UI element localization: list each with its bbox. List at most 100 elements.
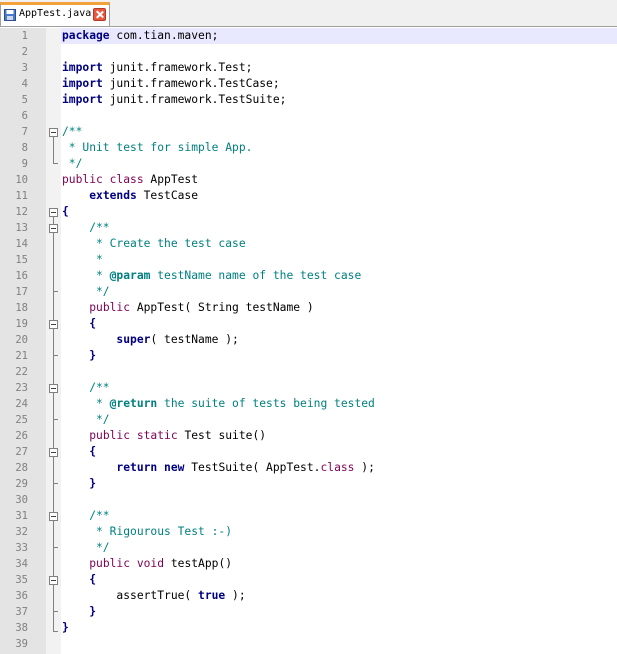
line-number: 24	[15, 398, 28, 410]
code-line[interactable]: 37 }	[0, 604, 617, 620]
line-number: 32	[15, 526, 28, 538]
line-number: 26	[15, 430, 28, 442]
code-token: /**	[62, 221, 110, 234]
code-line[interactable]: 26 public static Test suite()	[0, 428, 617, 444]
code-line[interactable]: 17 */	[0, 284, 617, 300]
line-code: }	[62, 348, 96, 364]
code-line[interactable]: 1 package com.tian.maven;	[22, 28, 617, 44]
code-line[interactable]: 3 import junit.framework.Test;	[0, 60, 617, 76]
line-number: 13	[15, 222, 28, 234]
code-line[interactable]: 28 return new TestSuite( AppTest.class )…	[0, 460, 617, 476]
code-token: public static	[89, 429, 178, 442]
code-line[interactable]: 21 }	[0, 348, 617, 364]
line-number: 20	[15, 334, 28, 346]
code-line[interactable]: 29 }	[0, 476, 617, 492]
code-token: */	[62, 413, 110, 426]
code-token: TestCase	[136, 189, 199, 202]
code-line[interactable]: 16 * @param testName name of the test ca…	[0, 268, 617, 284]
line-code: */	[62, 156, 83, 172]
code-token: {	[62, 317, 97, 330]
line-code: {	[62, 572, 96, 588]
code-line[interactable]: 6	[0, 108, 617, 124]
code-line[interactable]: 10 public class AppTest	[0, 172, 617, 188]
code-token: @param	[109, 269, 151, 282]
line-number: 10	[15, 174, 28, 186]
code-token: * Unit test for simple App.	[62, 141, 253, 154]
line-code: /**	[62, 508, 109, 524]
line-code: * @return the suite of tests being teste…	[62, 396, 375, 412]
code-token: /**	[62, 125, 83, 138]
code-line[interactable]: 18 public AppTest( String testName )	[0, 300, 617, 316]
code-line[interactable]: 20 super( testName );	[0, 332, 617, 348]
line-code: }	[62, 620, 69, 636]
code-token: testApp()	[164, 557, 233, 570]
line-code: */	[62, 284, 110, 300]
code-line[interactable]: 11 extends TestCase	[0, 188, 617, 204]
code-token: }	[62, 621, 69, 634]
line-number: 22	[15, 366, 28, 378]
close-icon[interactable]	[93, 8, 106, 21]
line-number: 7	[21, 126, 28, 138]
code-line[interactable]: 2	[0, 44, 617, 60]
code-token: }	[62, 349, 97, 362]
code-line[interactable]: 9 */	[0, 156, 617, 172]
code-token: com.tian.maven;	[109, 29, 219, 42]
line-number: 9	[21, 158, 28, 170]
code-line[interactable]: 27 {	[0, 444, 617, 460]
code-line[interactable]: 36 assertTrue( true );	[0, 588, 617, 604]
code-line[interactable]: 34 public void testApp()	[0, 556, 617, 572]
code-line[interactable]: 4 import junit.framework.TestCase;	[0, 76, 617, 92]
code-token: public	[89, 301, 131, 314]
code-line[interactable]: 8 * Unit test for simple App.	[0, 140, 617, 156]
line-number: 30	[15, 494, 28, 506]
code-line[interactable]: 15 *	[0, 252, 617, 268]
code-line[interactable]: 39	[0, 636, 617, 652]
save-disk-icon	[4, 9, 16, 21]
code-token: *	[62, 253, 103, 266]
line-number: 39	[15, 638, 28, 650]
code-token: */	[62, 285, 110, 298]
code-token: * Rigourous Test :-)	[62, 525, 233, 538]
code-token: TestSuite( AppTest.	[184, 461, 321, 474]
code-token: */	[62, 541, 110, 554]
code-line[interactable]: 33 */	[0, 540, 617, 556]
code-line[interactable]: 23 /**	[0, 380, 617, 396]
code-line[interactable]: 5 import junit.framework.TestSuite;	[0, 92, 617, 108]
code-token: );	[225, 589, 246, 602]
line-number: 29	[15, 478, 28, 490]
code-line[interactable]: 13 /**	[0, 220, 617, 236]
code-line[interactable]: 14 * Create the test case	[0, 236, 617, 252]
code-token: package	[62, 29, 110, 42]
tab-apptest-java[interactable]: AppTest.java	[0, 2, 110, 26]
line-number: 5	[21, 94, 28, 106]
line-code: {	[62, 316, 96, 332]
code-line[interactable]: 30	[0, 492, 617, 508]
code-token: import	[62, 61, 103, 74]
line-code: {	[62, 204, 69, 220]
line-code: package com.tian.maven;	[62, 28, 218, 44]
line-number: 16	[15, 270, 28, 282]
code-line[interactable]: 12 {	[0, 204, 617, 220]
code-token: AppTest( String testName )	[130, 301, 314, 314]
code-token: return new	[116, 461, 185, 474]
line-code: import junit.framework.TestSuite;	[62, 92, 286, 108]
code-token: {	[62, 573, 97, 586]
code-line[interactable]: 7 /**	[0, 124, 617, 140]
code-line[interactable]: 38}	[0, 620, 617, 636]
code-line[interactable]: 31 /**	[0, 508, 617, 524]
code-line[interactable]: 32 * Rigourous Test :-)	[0, 524, 617, 540]
code-token: super	[116, 333, 151, 346]
code-token: import	[62, 93, 103, 106]
line-code: import junit.framework.TestCase;	[62, 76, 280, 92]
code-line[interactable]: 25 */	[0, 412, 617, 428]
code-line[interactable]: 22	[0, 364, 617, 380]
code-line[interactable]: 35 {	[0, 572, 617, 588]
line-code: *	[62, 252, 103, 268]
code-token: junit.framework.TestCase;	[102, 77, 280, 90]
code-line[interactable]: 24 * @return the suite of tests being te…	[0, 396, 617, 412]
code-line[interactable]: 19 {	[0, 316, 617, 332]
